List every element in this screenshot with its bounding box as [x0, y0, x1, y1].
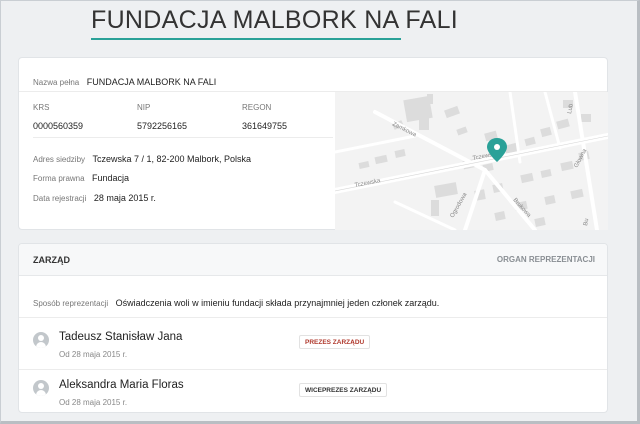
member-name[interactable]: Tadeusz Stanisław Jana — [59, 331, 182, 343]
registration-date-row: Data rejestracji 28 maja 2015 r. — [33, 188, 156, 206]
avatar-icon — [33, 380, 49, 396]
representation-label: Sposób reprezentacji — [33, 299, 109, 308]
role-badge: WICEPREZES ZARZĄDU — [299, 383, 388, 397]
nip-value: 5792256165 — [137, 121, 188, 131]
member-since: Od 28 maja 2015 r. — [59, 350, 128, 359]
regon-label: REGON — [242, 103, 272, 112]
full-name-row: Nazwa pełna FUNDACJA MALBORK NA FALI — [33, 72, 216, 90]
board-card: ZARZĄD ORGAN REPREZENTACJI Sposób reprez… — [18, 243, 608, 413]
divider — [19, 369, 607, 370]
legal-form-value: Fundacja — [92, 173, 130, 183]
map-canvas[interactable]: Zamkowa Tczewska Tczewska Brukowa Ogrodo… — [335, 92, 608, 230]
role-badge: PREZES ZARZĄDU — [299, 335, 371, 349]
legal-form-label: Forma prawna — [33, 174, 85, 183]
street-label: Bu — [583, 218, 590, 226]
board-member[interactable]: Aleksandra Maria Floras Od 28 maja 2015 … — [33, 378, 593, 412]
avatar-icon — [33, 332, 49, 348]
location-map[interactable]: Zamkowa Tczewska Tczewska Brukowa Ogrodo… — [335, 92, 608, 230]
nip-label: NIP — [137, 103, 151, 112]
regon-value: 361649755 — [242, 121, 288, 131]
board-member[interactable]: Tadeusz Stanisław Jana Od 28 maja 2015 r… — [33, 330, 593, 370]
address-label: Adres siedziby — [33, 155, 86, 164]
identifiers: KRS 0000560359 NIP 5792256165 REGON 3616… — [33, 103, 343, 133]
full-name-label: Nazwa pełna — [33, 78, 80, 87]
nip-field: NIP 5792256165 — [137, 103, 187, 134]
divider — [33, 137, 333, 138]
divider — [19, 317, 607, 318]
regon-field: REGON 361649755 — [242, 103, 287, 134]
registration-date-value: 28 maja 2015 r. — [93, 193, 156, 203]
full-name-value: FUNDACJA MALBORK NA FALI — [86, 77, 217, 87]
member-since: Od 28 maja 2015 r. — [59, 398, 128, 407]
board-header: ZARZĄD ORGAN REPREZENTACJI — [19, 244, 607, 276]
address-value: Tczewska 7 / 1, 82-200 Malbork, Polska — [92, 154, 252, 164]
krs-label: KRS — [33, 103, 50, 112]
organ-representation-tab[interactable]: ORGAN REPREZENTACJI — [497, 255, 595, 264]
representation-row: Sposób reprezentacji Oświadczenia woli w… — [33, 293, 439, 311]
member-name[interactable]: Aleksandra Maria Floras — [59, 379, 184, 391]
board-title: ZARZĄD — [33, 255, 70, 265]
company-info-card: Nazwa pełna FUNDACJA MALBORK NA FALI KRS… — [18, 57, 608, 230]
title-underline — [91, 38, 401, 40]
krs-field: KRS 0000560359 — [33, 103, 83, 134]
address-row: Adres siedziby Tczewska 7 / 1, 82-200 Ma… — [33, 149, 251, 167]
representation-value: Oświadczenia woli w imieniu fundacji skł… — [115, 298, 440, 308]
legal-form-row: Forma prawna Fundacja — [33, 168, 129, 186]
page-title: FUNDACJA MALBORK NA FALI — [91, 6, 459, 34]
registration-date-label: Data rejestracji — [33, 194, 87, 203]
krs-value: 0000560359 — [33, 121, 84, 131]
